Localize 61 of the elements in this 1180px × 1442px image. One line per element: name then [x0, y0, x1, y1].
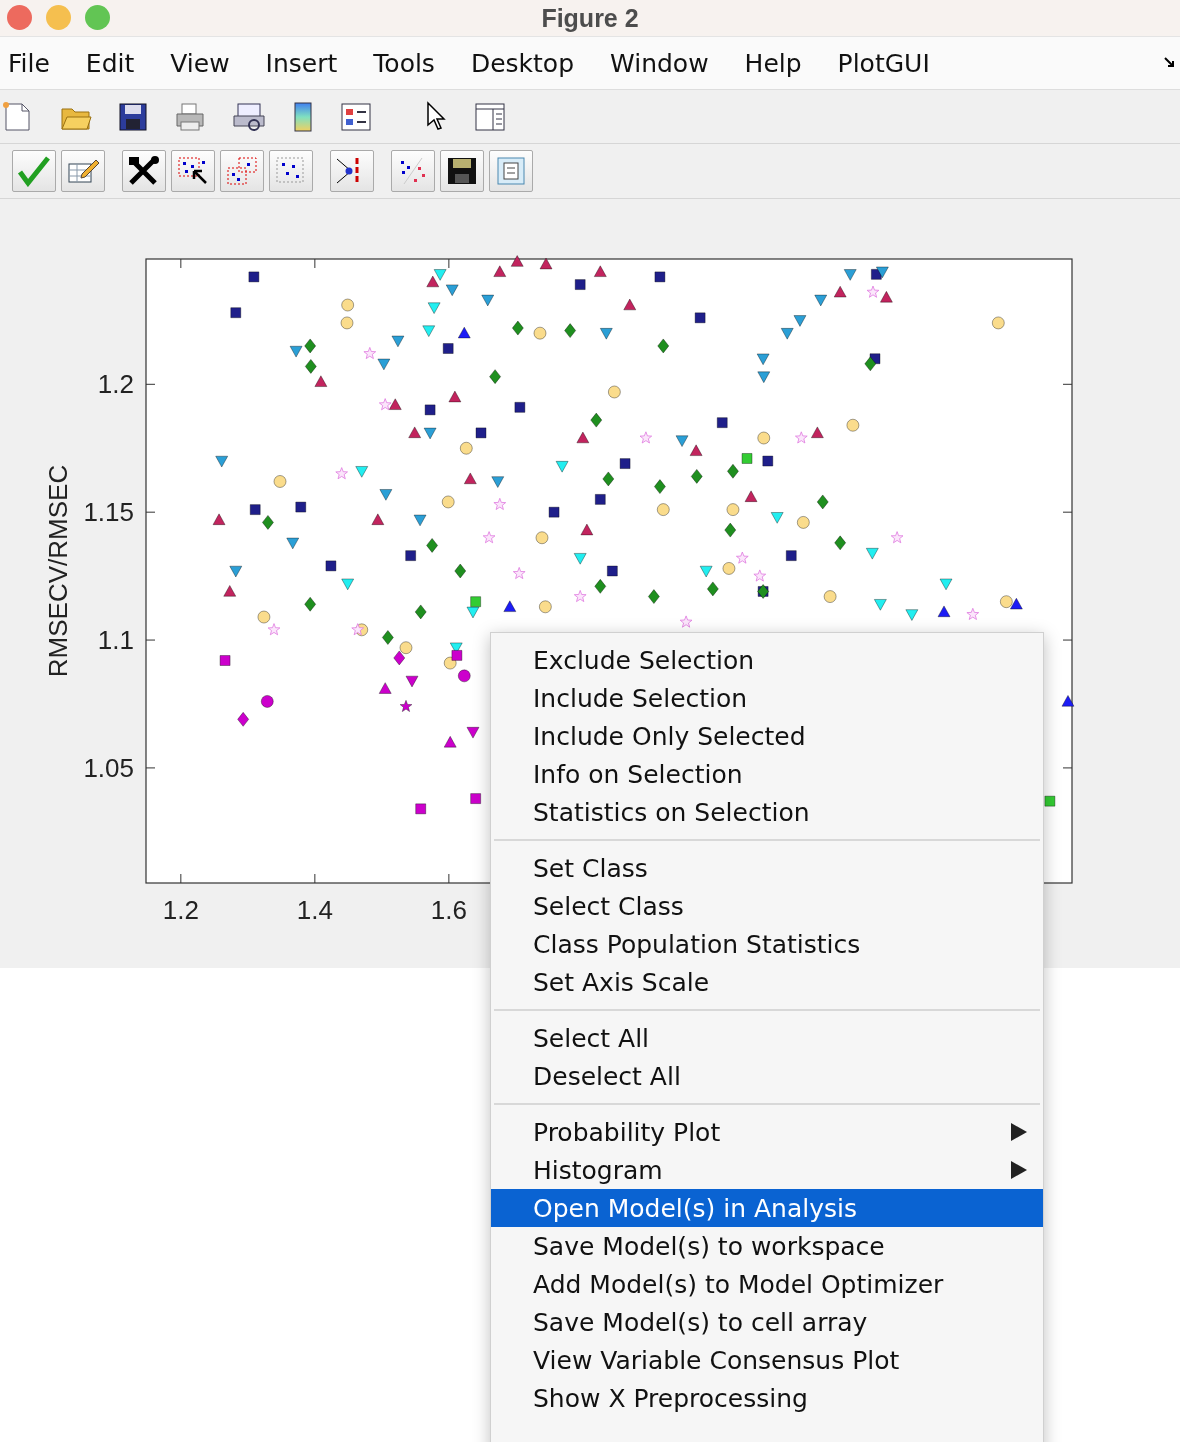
menu-item[interactable]: Desktop	[470, 48, 574, 78]
document-button[interactable]	[489, 150, 533, 192]
menu-item[interactable]: Save Model(s) to cell array	[491, 1303, 1043, 1341]
label-points-button[interactable]	[330, 150, 374, 192]
menu-item[interactable]: Set Class	[491, 849, 1043, 887]
select-points-button[interactable]	[171, 150, 215, 192]
menu-item[interactable]: Show X Preprocessing	[491, 1379, 1043, 1417]
scatter-button[interactable]	[391, 150, 435, 192]
y-tick-label: 1.2	[97, 369, 134, 400]
save-button[interactable]	[440, 150, 484, 192]
menu-item[interactable]: Edit	[85, 48, 135, 78]
menu-item[interactable]: View	[170, 48, 230, 78]
x-tick-label: 1.4	[296, 895, 333, 925]
document-icon	[495, 156, 527, 186]
menu-item[interactable]: Save Model(s) to workspace	[491, 1227, 1043, 1265]
pointer-icon[interactable]	[424, 100, 448, 133]
y-tick-label: 1.05	[83, 752, 134, 783]
legend-icon[interactable]	[340, 101, 372, 132]
menu-item[interactable]: Histogram	[491, 1151, 1043, 1189]
menu-item[interactable]: Class Population Statistics	[491, 925, 1043, 963]
close-button[interactable]	[7, 5, 32, 30]
x-tick-label: 1.6	[430, 895, 467, 925]
menu-item[interactable]: PlotGUI	[837, 48, 930, 78]
y-tick-label: 1.1	[97, 625, 134, 656]
menu-item[interactable]: Add Model(s) to Model Optimizer	[491, 1265, 1043, 1303]
window-title: Figure 2	[541, 3, 639, 33]
menu-item[interactable]: Deselect All	[491, 1057, 1043, 1095]
menu-item[interactable]: Include Only Selected	[491, 717, 1043, 755]
points-button[interactable]	[269, 150, 313, 192]
checkmark-icon	[17, 155, 51, 187]
menu-item[interactable]: Open Model(s) in Analysis	[491, 1189, 1043, 1227]
dotted-selection-button[interactable]	[220, 150, 264, 192]
menu-item[interactable]: Tools	[373, 48, 435, 78]
print-preview-icon[interactable]	[232, 101, 266, 132]
y-axis-label: RMSECV/RMSEC	[43, 464, 73, 678]
colorbar-icon[interactable]	[292, 100, 314, 133]
menu-item[interactable]: Insert	[265, 48, 338, 78]
menu-item[interactable]: Select Class	[491, 887, 1043, 925]
dock-arrow-icon[interactable]	[1164, 57, 1176, 69]
menu-item[interactable]: View Variable Consensus Plot	[491, 1341, 1043, 1379]
wrench-hammer-icon	[127, 155, 161, 187]
x-tick-label: 1.2	[162, 895, 199, 925]
edit-button[interactable]	[61, 150, 105, 192]
menu-item[interactable]: File	[8, 48, 50, 78]
menu-item[interactable]: Include Selection	[491, 679, 1043, 717]
menu-item[interactable]: Select All	[491, 1019, 1043, 1057]
menu-item[interactable]: Window	[610, 48, 709, 78]
menu-item[interactable]: Exclude Selection	[491, 641, 1043, 679]
printer-icon[interactable]	[174, 101, 206, 132]
y-tick-label: 1.15	[83, 497, 134, 528]
submenu-arrow-icon	[1011, 1161, 1027, 1179]
menu-item[interactable]: Help	[744, 48, 802, 78]
menu-item[interactable]: Probability Plot	[491, 1113, 1043, 1151]
tools-button[interactable]	[122, 150, 166, 192]
menu-item[interactable]: Info on Selection	[491, 755, 1043, 793]
submenu-arrow-icon	[1011, 1123, 1027, 1141]
menu-item[interactable]: Statistics on Selection	[491, 793, 1043, 831]
panel-icon[interactable]	[474, 101, 506, 132]
menu-item[interactable]: Set Axis Scale	[491, 963, 1043, 1001]
check-button[interactable]	[12, 150, 56, 192]
dotted-box-icon	[225, 155, 259, 187]
